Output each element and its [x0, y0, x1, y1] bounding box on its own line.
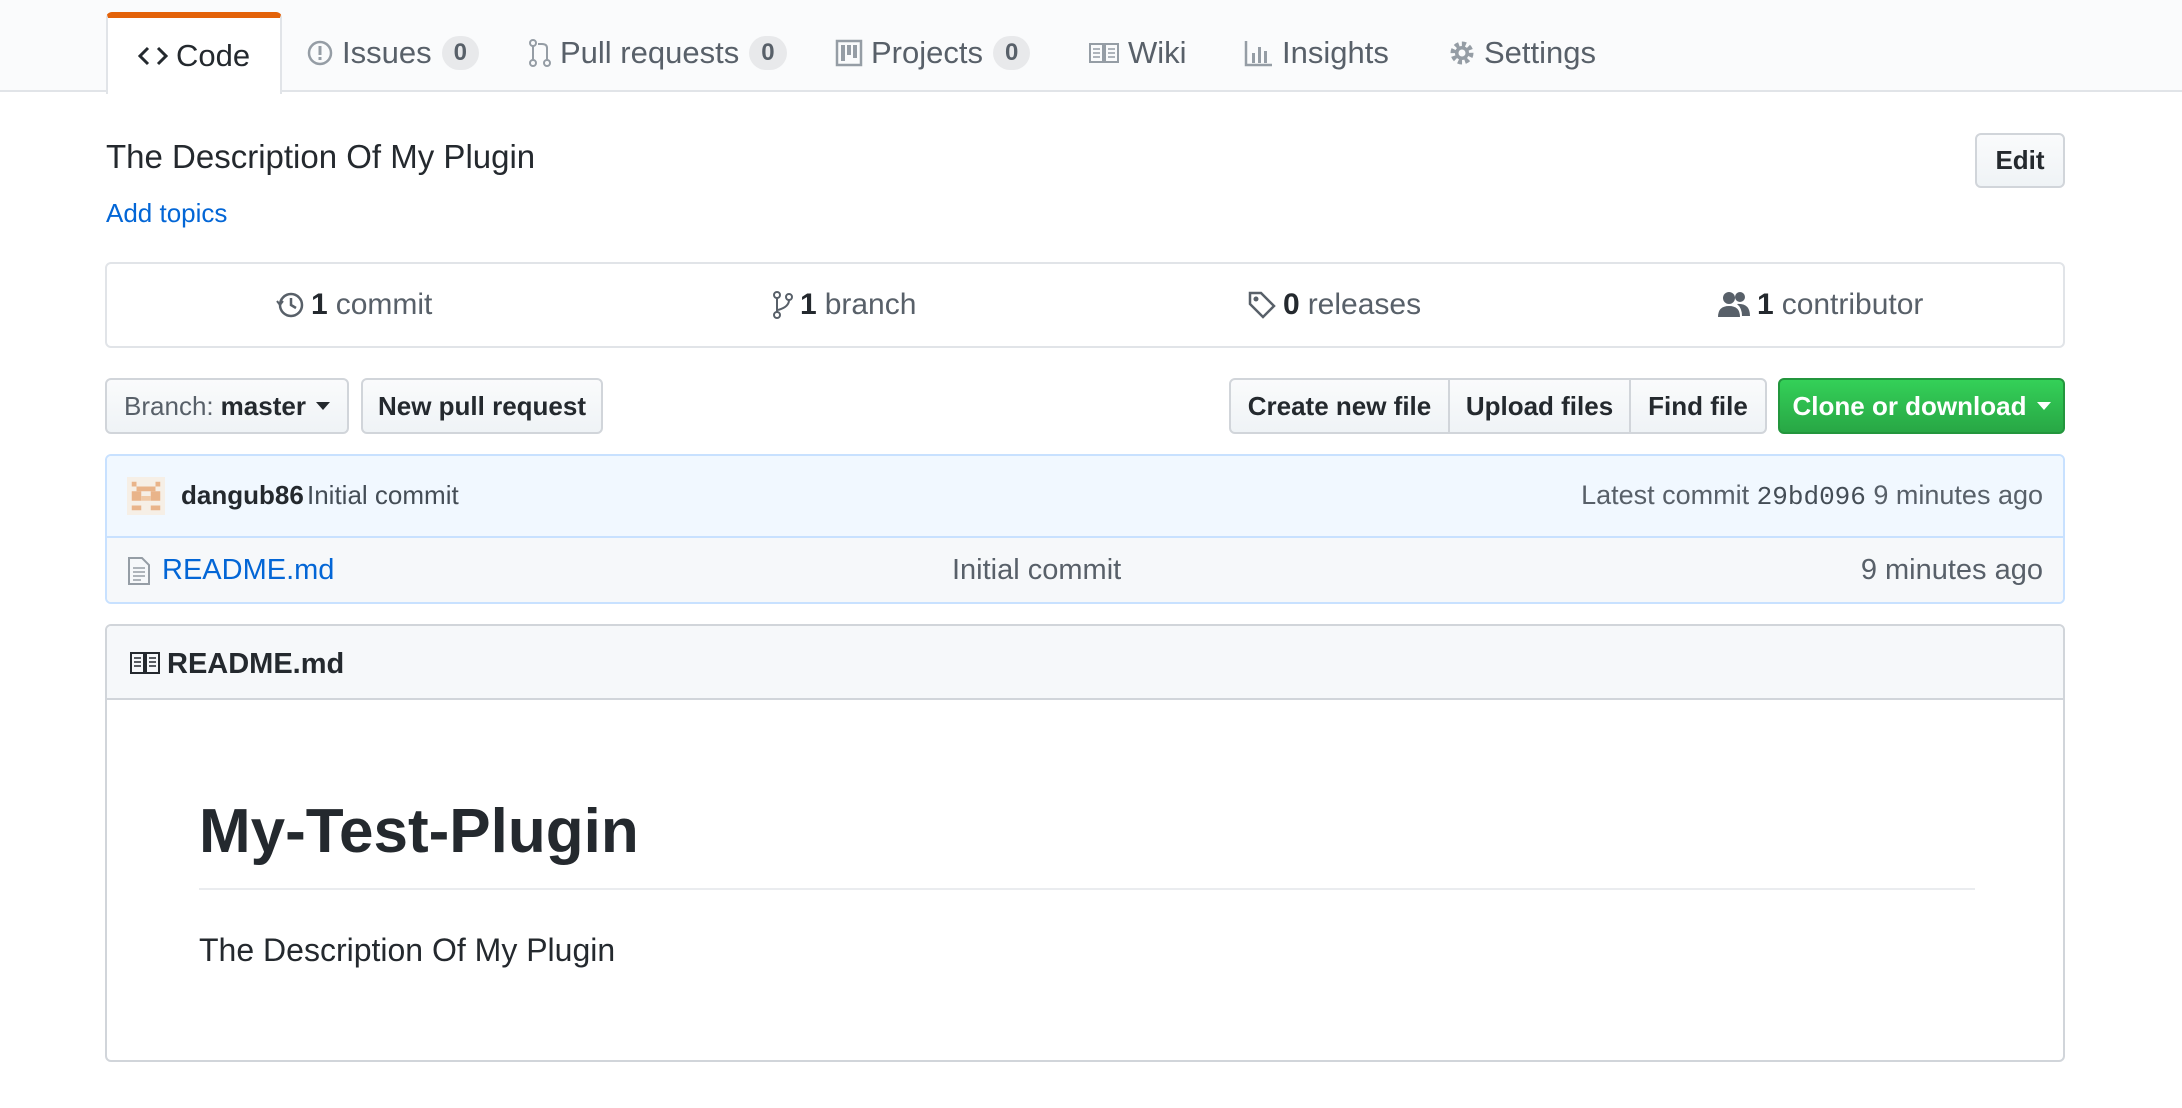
- file-icon: [127, 556, 151, 591]
- file-age: 9 minutes ago: [1860, 554, 2043, 586]
- graph-icon: [1244, 39, 1274, 67]
- book-icon: [1088, 41, 1120, 65]
- commit-age: 9 minutes ago: [1873, 480, 2043, 510]
- tab-pull-requests[interactable]: Pull requests 0: [528, 12, 787, 94]
- git-branch-icon: [772, 290, 794, 320]
- branches-link[interactable]: 1 branch: [772, 264, 916, 346]
- file-commit-message-link[interactable]: Initial commit: [952, 554, 1121, 587]
- tab-label: Settings: [1484, 35, 1597, 70]
- releases-label: releases: [1307, 288, 1422, 321]
- gear-icon: [1448, 39, 1476, 67]
- contributors-link[interactable]: 1 contributor: [1717, 264, 1923, 346]
- history-icon: [275, 290, 305, 320]
- releases-link[interactable]: 0 releases: [1247, 264, 1421, 346]
- edit-description-button[interactable]: Edit: [1975, 133, 2065, 188]
- project-icon: [835, 39, 863, 67]
- commit-sha-link[interactable]: 29bd096: [1757, 482, 1866, 512]
- repo-description: The Description Of My Plugin: [106, 138, 536, 175]
- repo-nav: Code Issues 0 Pull requests 0 Projects 0…: [0, 0, 2182, 94]
- clone-or-download-button[interactable]: Clone or download: [1778, 378, 2065, 434]
- commit-author-link[interactable]: dangub86: [181, 480, 304, 511]
- commits-link[interactable]: 1 commit: [275, 264, 432, 346]
- tab-code[interactable]: Code: [106, 12, 283, 94]
- contributors-count: 1: [1757, 288, 1774, 321]
- pull-requests-counter: 0: [749, 36, 787, 70]
- new-pull-request-button[interactable]: New pull request: [361, 378, 603, 434]
- table-row: README.md Initial commit 9 minutes ago: [107, 538, 2063, 602]
- releases-count: 0: [1283, 288, 1300, 321]
- pull-request-icon: [528, 38, 552, 68]
- latest-commit-bar: dangub86 Initial commit Latest commit 29…: [107, 456, 2063, 538]
- create-new-file-button[interactable]: Create new file: [1229, 378, 1450, 434]
- branches-count: 1: [800, 288, 817, 321]
- branches-label: branch: [824, 288, 917, 321]
- readme-box: README.md My-Test-Plugin The Description…: [105, 624, 2065, 1062]
- add-topics-link[interactable]: Add topics: [106, 198, 227, 229]
- readme-paragraph: The Description Of My Plugin: [199, 932, 616, 968]
- commits-count: 1: [311, 288, 328, 321]
- tab-label: Insights: [1282, 35, 1389, 70]
- latest-commit-prefix: Latest commit: [1581, 480, 1750, 510]
- file-table: dangub86 Initial commit Latest commit 29…: [105, 454, 2065, 604]
- file-name-link[interactable]: README.md: [162, 554, 334, 587]
- divider: [199, 888, 1975, 890]
- tab-label: Wiki: [1128, 35, 1187, 70]
- file-navigation-group: Create new file Upload files Find file: [1229, 378, 1767, 434]
- readme-title: README.md: [167, 648, 345, 680]
- tab-insights[interactable]: Insights: [1244, 12, 1389, 94]
- clone-label: Clone or download: [1792, 390, 2027, 421]
- branch-name: master: [220, 390, 306, 421]
- code-icon: [138, 44, 168, 68]
- branch-prefix: Branch:: [124, 390, 214, 421]
- tab-issues[interactable]: Issues 0: [306, 12, 479, 94]
- book-icon: [129, 650, 161, 681]
- readme-heading: My-Test-Plugin: [199, 797, 639, 866]
- projects-counter: 0: [992, 36, 1031, 70]
- tab-settings[interactable]: Settings: [1448, 12, 1596, 94]
- readme-header: README.md: [107, 626, 2063, 700]
- caret-down-icon: [315, 402, 330, 410]
- upload-files-button[interactable]: Upload files: [1448, 378, 1631, 434]
- tab-label: Issues: [342, 35, 432, 70]
- commit-message-link[interactable]: Initial commit: [307, 480, 459, 511]
- tab-label: Pull requests: [560, 35, 740, 70]
- tag-icon: [1247, 290, 1277, 320]
- issue-icon: [306, 39, 334, 67]
- tab-label: Projects: [871, 35, 983, 70]
- people-icon: [1717, 290, 1751, 320]
- issues-counter: 0: [441, 36, 479, 70]
- avatar[interactable]: [127, 477, 165, 515]
- latest-commit-info: Latest commit 29bd096 9 minutes ago: [1581, 480, 2043, 512]
- caret-down-icon: [2036, 402, 2051, 410]
- branch-select-button[interactable]: Branch: master: [105, 378, 349, 434]
- contributors-label: contributor: [1781, 288, 1924, 321]
- numbers-summary: 1 commit 1 branch 0 releases 1 contribut…: [105, 262, 2065, 348]
- find-file-button[interactable]: Find file: [1629, 378, 1767, 434]
- tab-wiki[interactable]: Wiki: [1088, 12, 1187, 94]
- tab-label: Code: [176, 38, 251, 73]
- commits-label: commit: [335, 288, 433, 321]
- tab-projects[interactable]: Projects 0: [835, 12, 1031, 94]
